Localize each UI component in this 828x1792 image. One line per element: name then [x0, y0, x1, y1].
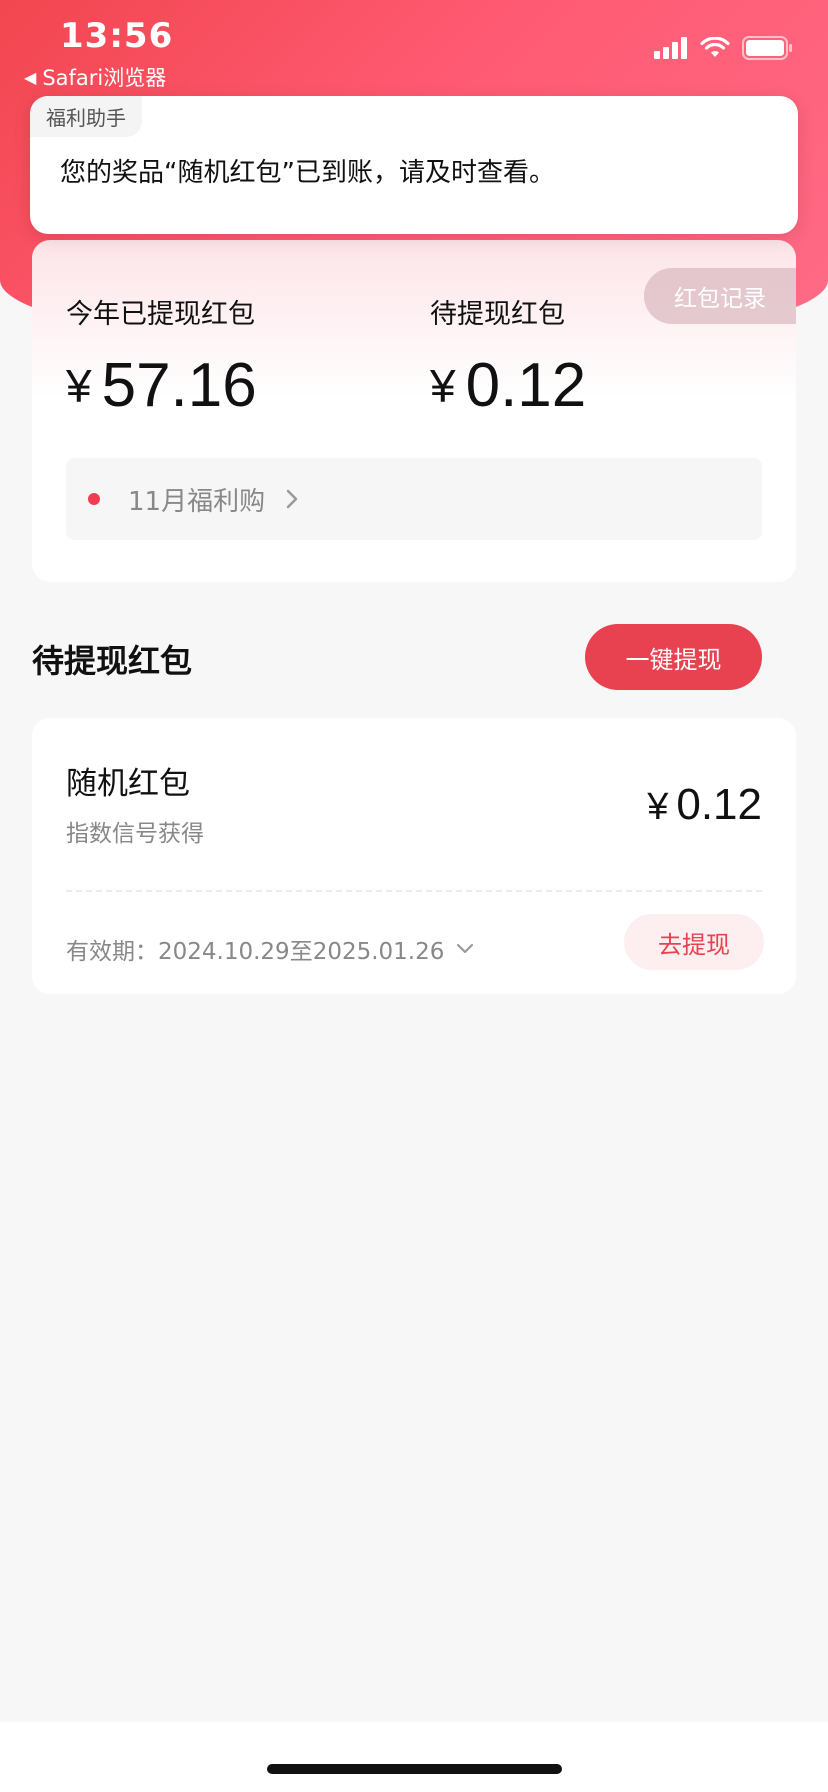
promo-link[interactable]: 11月福利购: [66, 458, 762, 540]
withdraw-all-button[interactable]: 一键提现: [585, 624, 762, 690]
validity-toggle[interactable]: 有效期：2024.10.29至2025.01.26: [66, 932, 474, 966]
validity-text: 有效期：2024.10.29至2025.01.26: [66, 939, 445, 965]
notification-source: 福利助手: [30, 96, 142, 137]
promo-text: 11月福利购: [128, 486, 266, 517]
back-arrow-icon: ◀: [24, 67, 37, 87]
status-icons: [654, 36, 794, 60]
envelope-amount: ¥0.12: [647, 780, 762, 830]
section-title: 待提现红包: [32, 642, 193, 680]
status-time: 13:56: [60, 16, 174, 56]
pending-amount-value: 0.12: [465, 351, 587, 420]
status-bar: 13:56 ◀ Safari浏览器: [0, 0, 828, 90]
withdrawn-amount-value: 57.16: [101, 351, 257, 420]
currency-symbol: ¥: [647, 786, 669, 828]
go-withdraw-button[interactable]: 去提现: [624, 914, 764, 970]
envelope-card: 随机红包 指数信号获得 ¥0.12 有效期：2024.10.29至2025.01…: [32, 718, 796, 994]
battery-icon: [742, 36, 792, 60]
promo-dot-icon: [88, 493, 100, 505]
bottom-safe-area: [0, 1722, 828, 1792]
envelope-source: 指数信号获得: [66, 821, 204, 847]
red-envelope-record-button[interactable]: 红包记录: [644, 268, 796, 324]
home-indicator[interactable]: [267, 1764, 562, 1774]
pending-amount: ¥0.12: [430, 350, 586, 421]
envelope-name: 随机红包: [66, 766, 190, 802]
back-app-label: Safari浏览器: [42, 66, 167, 90]
wifi-icon: [700, 37, 730, 57]
pending-label: 待提现红包: [430, 299, 565, 330]
chevron-down-icon: [457, 943, 474, 954]
withdrawn-amount: ¥57.16: [66, 350, 257, 421]
notification-message: 您的奖品“随机红包”已到账，请及时查看。: [60, 158, 555, 188]
summary-card: 红包记录 今年已提现红包 ¥57.16 待提现红包 ¥0.12 11月福利购: [32, 240, 796, 582]
withdrawn-label: 今年已提现红包: [66, 299, 255, 330]
currency-symbol: ¥: [66, 360, 92, 412]
dashed-divider: [66, 890, 762, 892]
back-to-app-link[interactable]: ◀ Safari浏览器: [24, 62, 166, 92]
currency-symbol: ¥: [430, 360, 456, 412]
chevron-right-icon: [285, 488, 299, 510]
envelope-amount-value: 0.12: [676, 780, 762, 829]
cellular-signal-icon: [654, 37, 687, 59]
notification-banner[interactable]: 福利助手 您的奖品“随机红包”已到账，请及时查看。: [30, 96, 798, 234]
